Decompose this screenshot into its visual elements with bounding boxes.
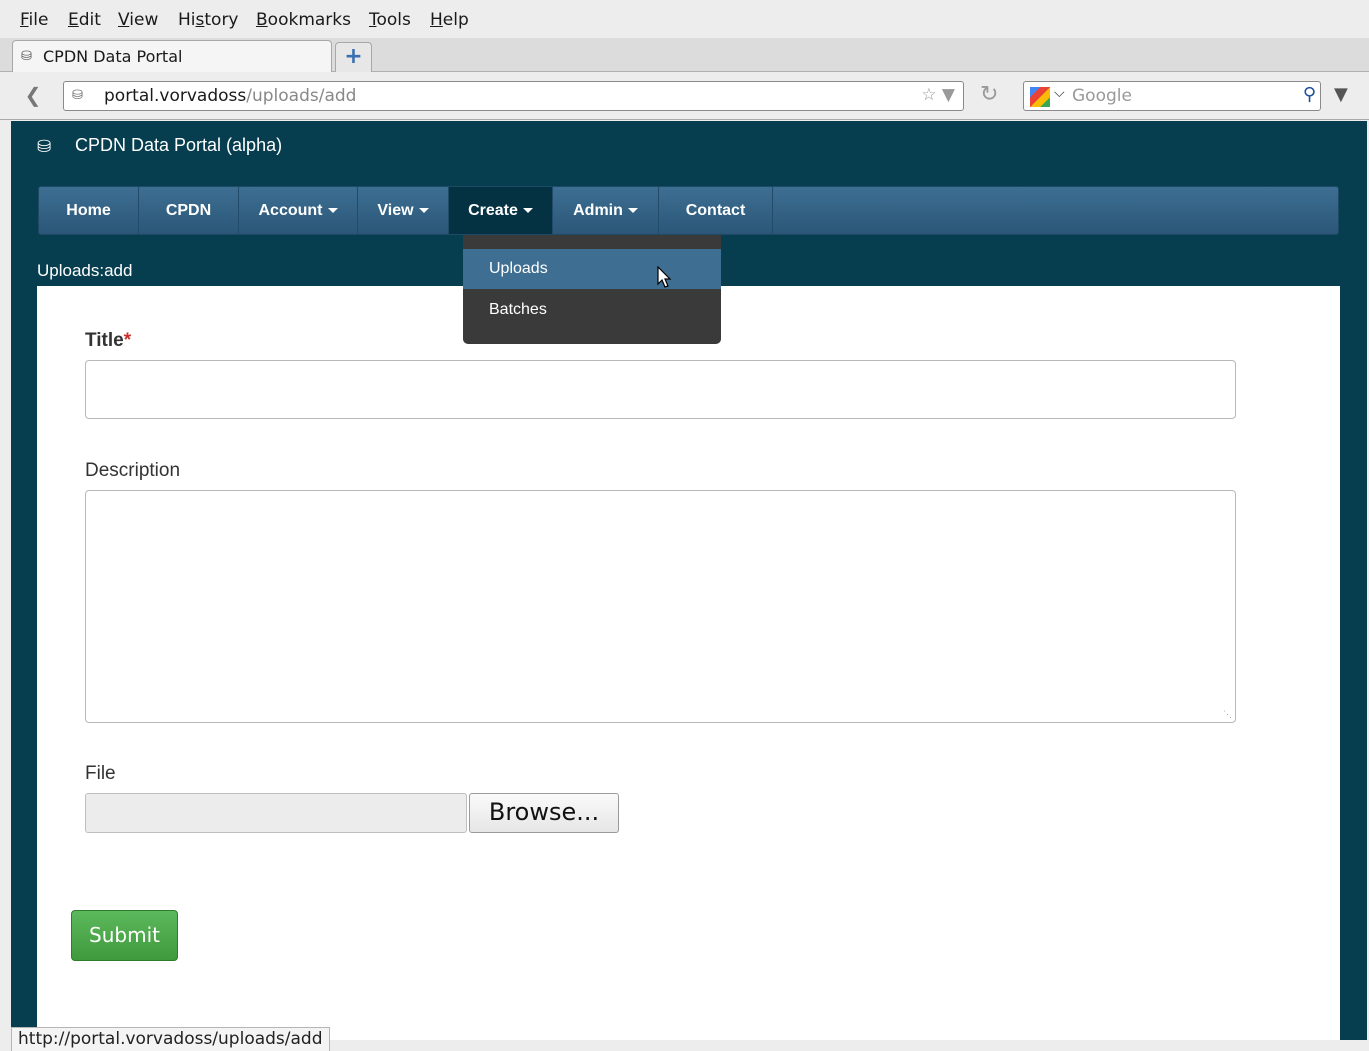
pocket-icon[interactable]: ▼ [1334, 84, 1348, 105]
url-path: /uploads/add [246, 86, 357, 106]
resize-grip-icon[interactable]: ⋱ [1223, 709, 1232, 720]
menu-file[interactable]: File [20, 10, 48, 30]
status-bar: http://portal.vorvadoss/uploads/add [11, 1027, 330, 1051]
nav-home-label: Home [66, 202, 111, 219]
file-path-field[interactable] [85, 793, 467, 833]
database-icon: ⛁ [37, 137, 52, 156]
browse-button[interactable]: Browse... [469, 793, 619, 833]
plus-icon: + [344, 44, 363, 69]
main-navigation: Home CPDN Account View Create Admin Cont… [38, 186, 1339, 235]
menu-bookmarks[interactable]: Bookmarks [256, 10, 351, 30]
create-dropdown-menu: Uploads Batches [463, 235, 721, 344]
description-label: Description [85, 460, 181, 481]
nav-admin[interactable]: Admin [553, 187, 659, 234]
caret-down-icon [627, 208, 638, 214]
reload-button[interactable]: ↻ [980, 82, 998, 107]
nav-view[interactable]: View [358, 187, 449, 234]
mouse-cursor-icon [657, 266, 672, 288]
new-tab-button[interactable]: + [335, 42, 372, 72]
nav-create[interactable]: Create [449, 187, 553, 234]
menu-edit[interactable]: Edit [68, 10, 101, 30]
google-engine-icon[interactable] [1030, 87, 1050, 107]
title-label-text: Title [85, 330, 124, 351]
caret-down-icon [418, 208, 429, 214]
nav-admin-label: Admin [573, 202, 623, 219]
nav-home[interactable]: Home [39, 187, 139, 234]
browser-menubar: File Edit View History Bookmarks Tools H… [0, 0, 1369, 38]
reload-icon: ↻ [980, 82, 999, 107]
site-favicon-icon: ⛁ [21, 49, 32, 64]
dropdown-item-uploads[interactable]: Uploads [463, 249, 721, 289]
site-identity-icon[interactable]: ⛁ [72, 88, 83, 103]
brand-title: CPDN Data Portal (alpha) [75, 135, 283, 155]
nav-account-label: Account [258, 202, 323, 219]
upload-form: Title* Description ⋱ File Browse... Subm… [37, 286, 1340, 1040]
nav-cpdn[interactable]: CPDN [139, 187, 239, 234]
title-input[interactable] [85, 360, 1236, 419]
search-icon[interactable]: ⚲ [1303, 84, 1316, 105]
nav-contact-label: Contact [685, 202, 746, 219]
submit-button[interactable]: Submit [71, 910, 178, 961]
title-label: Title* [85, 330, 131, 352]
tab-strip: ⛁ CPDN Data Portal + [0, 38, 1369, 73]
chevron-down-icon[interactable]: ⌵ [1054, 85, 1065, 101]
menu-help[interactable]: Help [430, 10, 469, 30]
search-placeholder: Google [1072, 86, 1132, 106]
file-label: File [85, 763, 116, 784]
nav-contact[interactable]: Contact [659, 187, 773, 234]
required-marker: * [123, 330, 132, 351]
nav-cpdn-label: CPDN [165, 202, 212, 219]
menu-view[interactable]: View [118, 10, 158, 30]
nav-create-label: Create [468, 202, 518, 219]
dropdown-item-batches[interactable]: Batches [463, 290, 721, 330]
description-textarea[interactable]: ⋱ [85, 490, 1236, 723]
breadcrumb: Uploads:add [37, 261, 133, 280]
menu-history[interactable]: History [178, 10, 239, 30]
url-host: portal.vorvadoss [104, 86, 247, 106]
search-bar[interactable]: ⌵ Google ⚲ [1023, 81, 1321, 111]
back-button[interactable]: ❮ [16, 82, 50, 110]
navigation-toolbar: ❮ ⛁ portal.vorvadoss/uploads/add ☆ ▼ ↻ ⌵… [0, 72, 1369, 120]
caret-down-icon [327, 208, 338, 214]
menu-tools[interactable]: Tools [369, 10, 411, 30]
nav-view-label: View [377, 202, 414, 219]
tab-cpdn-data-portal[interactable]: ⛁ CPDN Data Portal [12, 40, 332, 73]
bookmark-star-icon[interactable]: ☆ ▼ [921, 85, 955, 105]
nav-account[interactable]: Account [239, 187, 358, 234]
caret-down-icon [522, 208, 533, 214]
url-bar[interactable]: ⛁ portal.vorvadoss/uploads/add ☆ ▼ [63, 81, 964, 111]
page-content: ⛁ CPDN Data Portal (alpha) Home CPDN Acc… [11, 121, 1367, 1040]
tab-title: CPDN Data Portal [43, 47, 183, 66]
back-arrow-icon: ❮ [24, 83, 42, 107]
